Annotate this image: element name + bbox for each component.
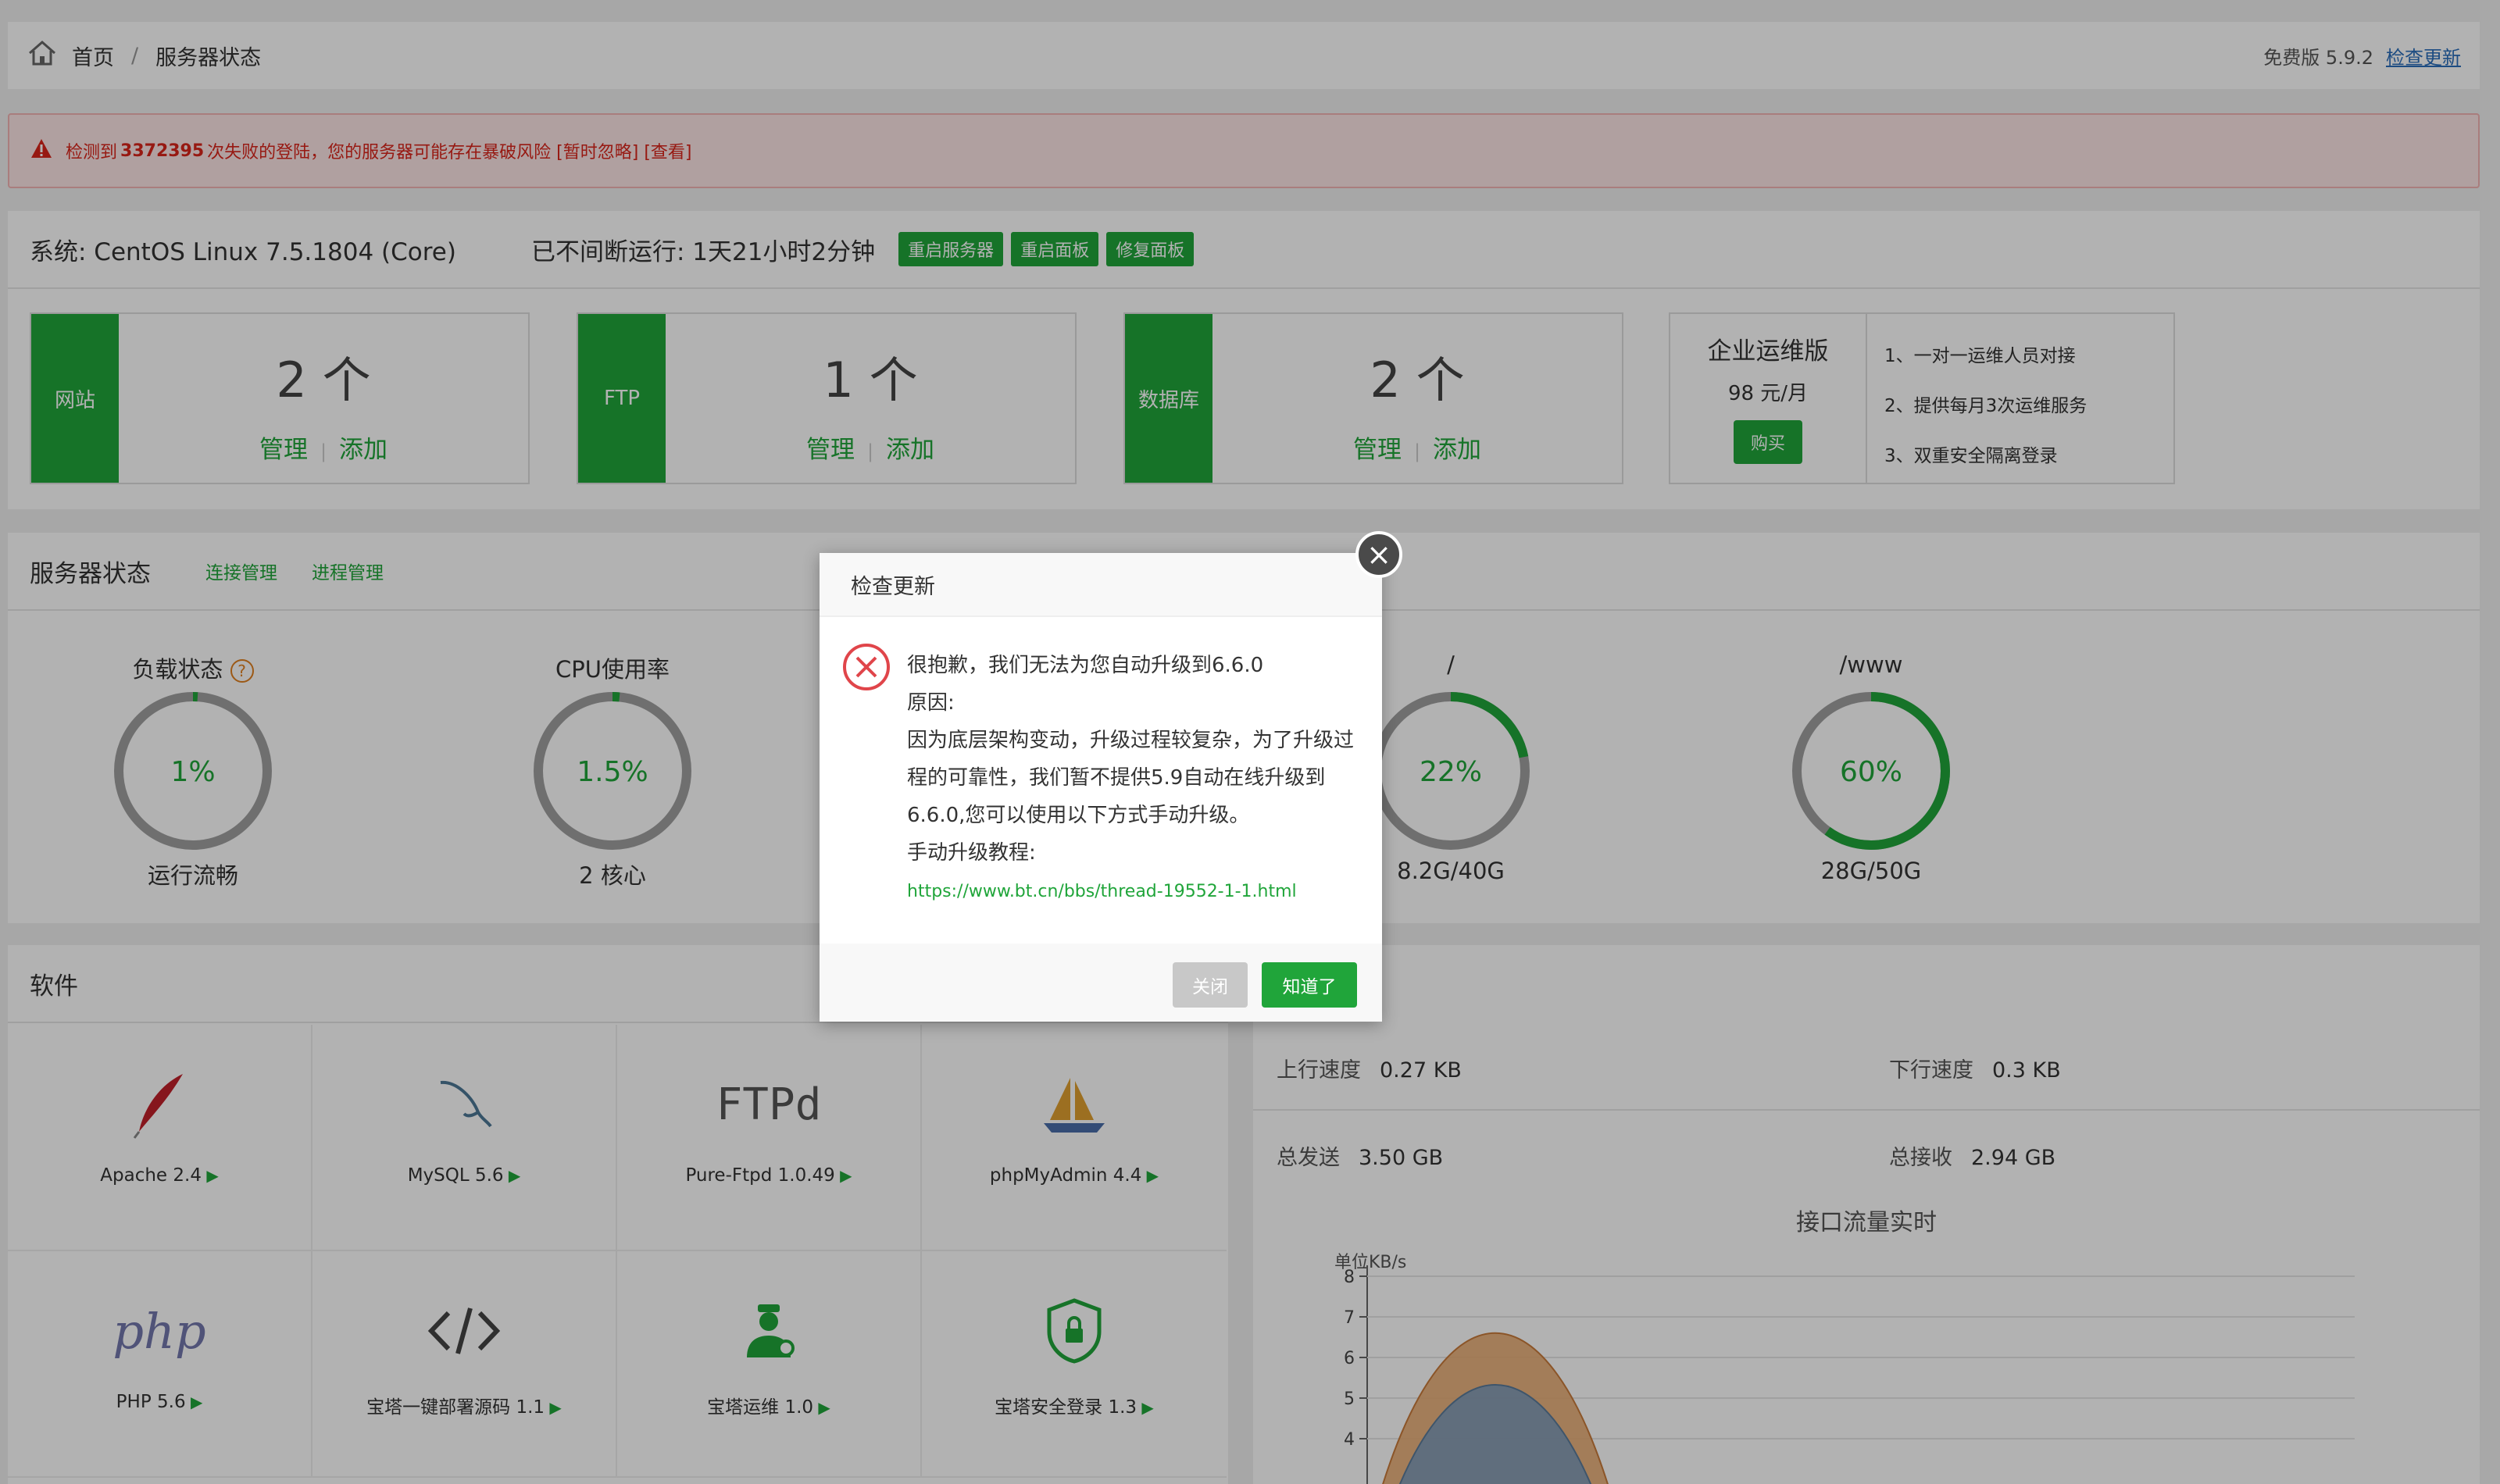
close-icon[interactable]: × xyxy=(1355,531,1402,578)
close-button[interactable]: 关闭 xyxy=(1173,962,1248,1008)
dialog-title: 检查更新 xyxy=(820,553,1382,617)
dialog-body: 很抱歉，我们无法为您自动升级到6.6.0 原因: 因为底层架构变动，升级过程较复… xyxy=(907,647,1360,908)
dialog-line1: 很抱歉，我们无法为您自动升级到6.6.0 xyxy=(907,654,1264,677)
dialog-reason: 因为底层架构变动，升级过程较复杂，为了升级过程的可靠性，我们暂不提供5.9自动在… xyxy=(907,729,1355,827)
dialog-tutorial-label: 手动升级教程: xyxy=(907,841,1036,865)
dialog-reason-label: 原因: xyxy=(907,691,955,715)
update-dialog: 检查更新 很抱歉，我们无法为您自动升级到6.6.0 原因: 因为底层架构变动，升… xyxy=(820,553,1382,1022)
dialog-footer: 关闭 知道了 xyxy=(820,944,1382,1022)
error-icon xyxy=(841,642,891,697)
ok-button[interactable]: 知道了 xyxy=(1262,962,1357,1008)
tutorial-link[interactable]: https://www.bt.cn/bbs/thread-19552-1-1.h… xyxy=(907,876,1360,908)
